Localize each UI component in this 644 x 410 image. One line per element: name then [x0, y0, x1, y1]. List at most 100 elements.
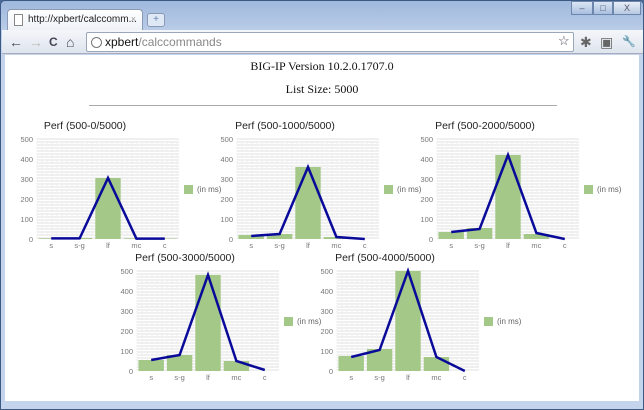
url-host: xpbert — [105, 35, 139, 49]
minimize-button[interactable]: – — [571, 1, 593, 15]
perf-chart: 0 100 200 300 400 500 s s-g lf mc c Perf (500-3000/… — [105, 252, 321, 382]
chart-plot: 0 100 200 300 400 500 s s-g lf mc c — [120, 267, 279, 382]
bar — [223, 361, 250, 371]
legend-label: (in ms) — [597, 185, 622, 194]
x-tick-label: s-g — [374, 373, 384, 382]
y-tick-label: 100 — [420, 215, 433, 224]
chart-title: Perf (500-3000/5000) — [135, 252, 235, 264]
bar — [423, 357, 450, 371]
divider — [89, 105, 557, 106]
legend-label: (in ms) — [497, 317, 522, 326]
new-tab-button[interactable]: + — [147, 13, 165, 27]
bar — [338, 356, 364, 371]
y-tick-label: 200 — [120, 327, 133, 336]
perf-chart: 0 100 200 300 400 500 s s-g lf mc c Perf (500-0/500… — [5, 120, 221, 250]
page-icon — [14, 14, 23, 26]
y-tick-label: 0 — [329, 367, 333, 376]
legend-swatch — [384, 185, 393, 195]
x-tick-label: lf — [206, 373, 211, 382]
address-bar[interactable]: xpbert/calccommands — [86, 32, 574, 52]
toolbar: ← → C ⌂ xpbert/calccommands ☆ ✱ ▣ 🔧 — [2, 30, 643, 54]
bar — [438, 232, 464, 239]
chart-title: Perf (500-0/5000) — [43, 120, 127, 132]
close-window-button[interactable]: X — [613, 1, 641, 15]
y-tick-label: 500 — [320, 267, 333, 276]
page-menu-icon[interactable]: ▣ — [600, 34, 613, 50]
tab-title: http://xpbert/calccomm... — [28, 14, 137, 25]
y-tick-label: 400 — [120, 287, 133, 296]
y-tick-label: 100 — [20, 215, 33, 224]
y-tick-label: 0 — [29, 235, 33, 244]
home-icon[interactable]: ⌂ — [66, 34, 74, 50]
x-tick-label: c — [163, 241, 167, 250]
extension-icon[interactable]: ✱ — [580, 34, 592, 50]
browser-tab[interactable]: http://xpbert/calccomm... × — [7, 9, 143, 30]
y-tick-label: 0 — [229, 235, 233, 244]
page-content: BIG-IP Version 10.2.0.1707.0 List Size: … — [5, 55, 639, 401]
bar — [495, 155, 521, 239]
x-tick-label: s — [449, 241, 453, 250]
back-icon[interactable]: ← — [9, 34, 23, 50]
version-heading: BIG-IP Version 10.2.0.1707.0 — [250, 59, 394, 73]
x-tick-label: c — [363, 241, 367, 250]
x-tick-label: s-g — [274, 241, 284, 250]
wrench-icon[interactable]: 🔧 — [622, 34, 636, 50]
y-tick-label: 300 — [120, 307, 133, 316]
y-tick-label: 200 — [420, 195, 433, 204]
y-tick-label: 200 — [220, 195, 233, 204]
legend-swatch — [284, 317, 293, 327]
perf-chart: 0 100 200 300 400 500 s s-g lf mc c Perf (500-4000/… — [305, 252, 521, 382]
x-tick-label: mc — [331, 241, 341, 250]
y-tick-label: 300 — [320, 307, 333, 316]
y-tick-label: 300 — [420, 175, 433, 184]
x-tick-label: c — [263, 373, 267, 382]
x-tick-label: lf — [306, 241, 311, 250]
browser-window: – □ X http://xpbert/calccomm... × + ← → … — [0, 0, 644, 410]
list-size: List Size: 5000 — [285, 82, 359, 96]
chart-plot: 0 100 200 300 400 500 s s-g lf mc c — [20, 135, 179, 250]
bar — [195, 275, 221, 371]
y-tick-label: 0 — [429, 235, 433, 244]
x-tick-label: s-g — [74, 241, 84, 250]
x-tick-label: s — [49, 241, 53, 250]
chart-title: Perf (500-4000/5000) — [335, 252, 435, 264]
y-tick-label: 500 — [120, 267, 133, 276]
x-tick-label: lf — [506, 241, 511, 250]
y-tick-label: 500 — [220, 135, 233, 144]
bar — [395, 271, 421, 371]
perf-chart: 0 100 200 300 400 500 s s-g lf mc c Perf (500-2000/… — [405, 120, 621, 250]
y-tick-label: 200 — [320, 327, 333, 336]
maximize-button[interactable]: □ — [593, 1, 613, 15]
tab-close-icon[interactable]: × — [131, 14, 136, 24]
x-tick-label: s — [149, 373, 153, 382]
chart-legend: (in ms) — [484, 317, 522, 327]
x-tick-label: lf — [106, 241, 111, 250]
x-tick-label: mc — [231, 373, 241, 382]
y-tick-label: 400 — [420, 155, 433, 164]
y-tick-label: 200 — [20, 195, 33, 204]
y-tick-label: 500 — [20, 135, 33, 144]
bar — [95, 178, 121, 239]
y-tick-label: 500 — [420, 135, 433, 144]
x-tick-label: lf — [406, 373, 411, 382]
x-tick-label: s — [349, 373, 353, 382]
chart-plot: 0 100 200 300 400 500 s s-g lf mc c — [220, 135, 379, 250]
x-tick-label: s-g — [474, 241, 484, 250]
x-tick-label: s — [249, 241, 253, 250]
chart-legend: (in ms) — [584, 185, 622, 195]
bookmark-star-icon[interactable]: ☆ — [558, 33, 570, 49]
x-tick-label: mc — [131, 241, 141, 250]
chart-plot: 0 100 200 300 400 500 s s-g lf mc c — [320, 267, 479, 382]
legend-swatch — [484, 317, 493, 327]
chart-title: Perf (500-1000/5000) — [235, 120, 335, 132]
bar — [138, 360, 164, 371]
x-tick-label: c — [563, 241, 567, 250]
forward-icon[interactable]: → — [29, 34, 43, 50]
y-tick-label: 100 — [220, 215, 233, 224]
legend-swatch — [584, 185, 593, 195]
chart-plot: 0 100 200 300 400 500 s s-g lf mc c — [420, 135, 579, 250]
y-tick-label: 100 — [120, 347, 133, 356]
y-tick-label: 400 — [20, 155, 33, 164]
perf-chart: 0 100 200 300 400 500 s s-g lf mc c Perf (500-1000/… — [205, 120, 421, 250]
reload-icon[interactable]: C — [49, 34, 58, 50]
